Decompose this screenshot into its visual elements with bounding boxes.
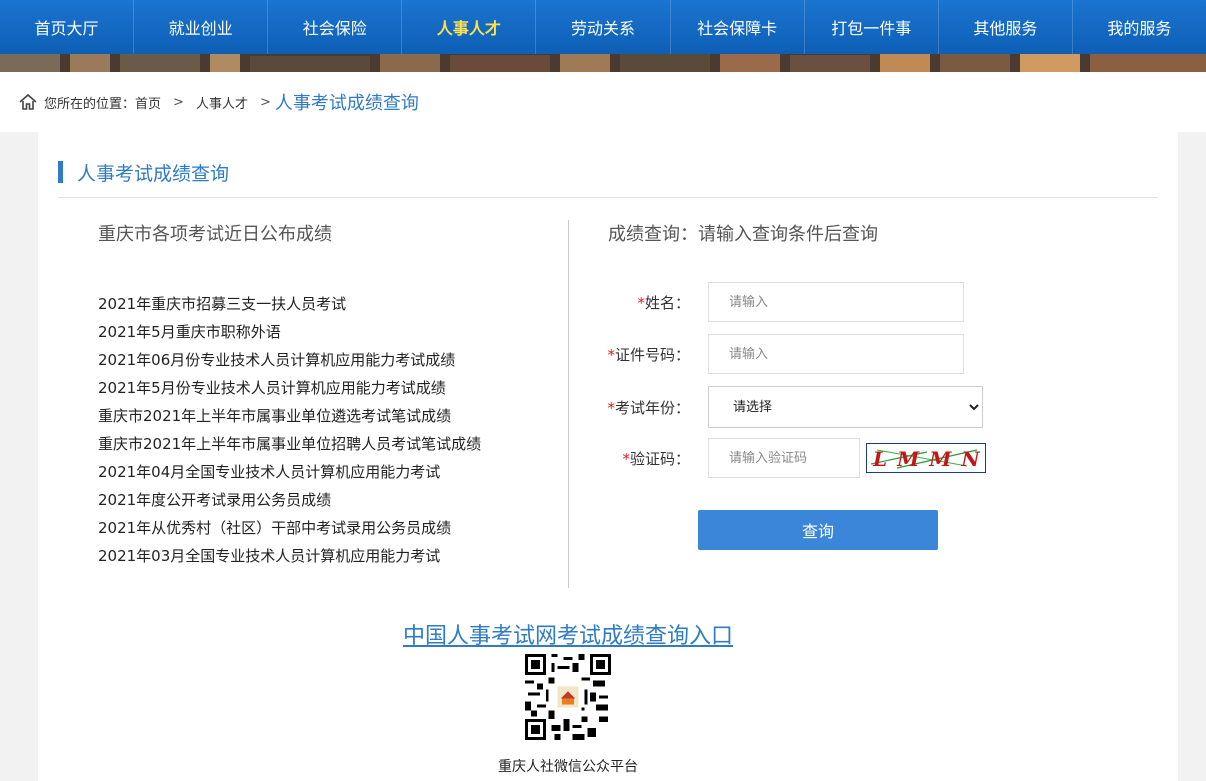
breadcrumb-separator: > bbox=[259, 94, 271, 110]
list-item[interactable]: 2021年重庆市招募三支一扶人员考试 bbox=[98, 290, 558, 318]
required-mark: * bbox=[622, 449, 630, 468]
id-label-text: 证件号码： bbox=[614, 345, 690, 364]
required-mark: * bbox=[607, 345, 615, 364]
home-icon bbox=[19, 93, 37, 110]
exam-year-select[interactable]: 请选择 bbox=[708, 386, 983, 428]
captcha-row: *验证码： LMMN bbox=[590, 438, 986, 478]
column-divider bbox=[568, 220, 569, 588]
list-item[interactable]: 2021年度公开考试录用公务员成绩 bbox=[98, 486, 558, 514]
query-heading: 成绩查询：请输入查询条件后查询 bbox=[608, 224, 878, 245]
breadcrumb-separator: > bbox=[173, 94, 184, 110]
list-item[interactable]: 2021年03月全国专业技术人员计算机应用能力考试 bbox=[98, 542, 558, 570]
panel-title: 人事考试成绩查询 bbox=[58, 160, 230, 185]
year-label-text: 考试年份： bbox=[614, 398, 690, 417]
required-mark: * bbox=[607, 398, 615, 417]
title-accent-bar bbox=[58, 161, 63, 183]
content-panel: 人事考试成绩查询 重庆市各项考试近日公布成绩 2021年重庆市招募三支一扶人员考… bbox=[38, 132, 1178, 781]
cpta-score-entry-link[interactable]: 中国人事考试网考试成绩查询入口 bbox=[38, 618, 1098, 650]
id-row: *证件号码： bbox=[590, 334, 964, 374]
name-label: *姓名： bbox=[590, 292, 690, 313]
name-row: *姓名： bbox=[590, 282, 964, 322]
recent-results-heading: 重庆市各项考试近日公布成绩 bbox=[98, 224, 332, 245]
list-item[interactable]: 2021年从优秀村（社区）干部中考试录用公务员成绩 bbox=[98, 514, 558, 542]
breadcrumb: 您所在的位置： 首页 > 人事人才 > 人事考试成绩查询 bbox=[0, 72, 1206, 132]
breadcrumb-home-link[interactable]: 首页 bbox=[135, 93, 161, 112]
header-banner: 首页大厅 就业创业 社会保险 人事人才 劳动关系 社会保障卡 打包一件事 其他服… bbox=[0, 0, 1206, 72]
recent-results-list: 2021年重庆市招募三支一扶人员考试 2021年5月重庆市职称外语 2021年0… bbox=[98, 290, 558, 570]
nav-item-home[interactable]: 首页大厅 bbox=[0, 0, 135, 54]
nav-item-my-services[interactable]: 我的服务 bbox=[1073, 0, 1206, 54]
panel-title-text: 人事考试成绩查询 bbox=[77, 162, 230, 185]
nav-item-other-services[interactable]: 其他服务 bbox=[939, 0, 1073, 54]
list-item[interactable]: 重庆市2021年上半年市属事业单位遴选考试笔试成绩 bbox=[98, 402, 558, 430]
name-label-text: 姓名： bbox=[644, 293, 690, 312]
year-row: *考试年份： 请选择 bbox=[590, 386, 983, 428]
list-item[interactable]: 2021年04月全国专业技术人员计算机应用能力考试 bbox=[98, 458, 558, 486]
list-item[interactable]: 重庆市2021年上半年市属事业单位招聘人员考试笔试成绩 bbox=[98, 430, 558, 458]
query-heading-wrap: 成绩查询：请输入查询条件后查询 bbox=[608, 220, 1168, 246]
captcha-input[interactable] bbox=[708, 438, 860, 478]
id-label: *证件号码： bbox=[590, 344, 690, 365]
nav-item-social-security-card[interactable]: 社会保障卡 bbox=[671, 0, 805, 54]
captcha-label-text: 验证码： bbox=[629, 449, 690, 468]
wechat-qr-code bbox=[525, 654, 611, 740]
divider bbox=[58, 197, 1158, 198]
nav-item-personnel[interactable]: 人事人才 bbox=[402, 0, 537, 54]
nav-item-social-insurance[interactable]: 社会保险 bbox=[268, 0, 403, 54]
nav-item-bundle-services[interactable]: 打包一件事 bbox=[805, 0, 939, 54]
id-number-input[interactable] bbox=[708, 334, 964, 374]
required-mark: * bbox=[637, 293, 645, 312]
captcha-image[interactable]: LMMN bbox=[866, 443, 986, 473]
breadcrumb-prefix: 您所在的位置： bbox=[44, 96, 136, 112]
list-item[interactable]: 2021年5月份专业技术人员计算机应用能力考试成绩 bbox=[98, 374, 558, 402]
captcha-text: LMMN bbox=[872, 447, 986, 471]
recent-results-section: 重庆市各项考试近日公布成绩 2021年重庆市招募三支一扶人员考试 2021年5月… bbox=[98, 220, 558, 570]
captcha-label: *验证码： bbox=[590, 448, 690, 469]
year-label: *考试年份： bbox=[590, 397, 690, 418]
breadcrumb-parent-link[interactable]: 人事人才 bbox=[196, 93, 248, 112]
nav-item-labor-relations[interactable]: 劳动关系 bbox=[536, 0, 671, 54]
main-nav: 首页大厅 就业创业 社会保险 人事人才 劳动关系 社会保障卡 打包一件事 其他服… bbox=[0, 0, 1206, 54]
qr-caption: 重庆人社微信公众平台 bbox=[498, 759, 638, 775]
name-input[interactable] bbox=[708, 282, 964, 322]
list-item[interactable]: 2021年5月重庆市职称外语 bbox=[98, 318, 558, 346]
breadcrumb-current: 人事考试成绩查询 bbox=[274, 93, 419, 114]
list-item[interactable]: 2021年06月份专业技术人员计算机应用能力考试成绩 bbox=[98, 346, 558, 374]
nav-item-employment[interactable]: 就业创业 bbox=[134, 0, 269, 54]
query-button[interactable]: 查询 bbox=[698, 510, 938, 550]
